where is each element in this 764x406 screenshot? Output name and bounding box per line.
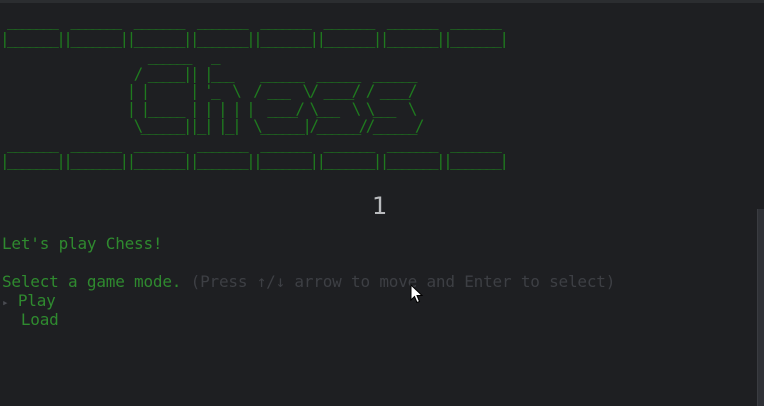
scrollbar-thumb[interactable] [757,209,764,406]
prompt-label: Select a game mode. [2,272,182,291]
window-top-strip [0,0,764,3]
menu-option-load[interactable]: Load [2,310,59,329]
greeting-text: Let's play Chess! [2,234,163,253]
chess-ascii-banner: _______ _______ _______ _______ _______ … [0,11,509,170]
prompt-hint: (Press ↑/↓ arrow to move and Enter to se… [190,272,616,291]
mouse-pointer-icon [410,284,424,304]
menu-option-play[interactable]: ▸ Play [2,291,56,312]
menu-option-label: Play [17,291,56,310]
terminal-scrollbar[interactable] [757,3,764,406]
terminal-output: _______ _______ _______ _______ _______ … [0,6,758,406]
menu-option-label: Load [20,310,59,329]
selection-marker-icon: ▸ [2,296,9,309]
game-mode-prompt: Select a game mode. (Press ↑/↓ arrow to … [2,272,615,291]
step-counter: 1 [372,192,388,220]
